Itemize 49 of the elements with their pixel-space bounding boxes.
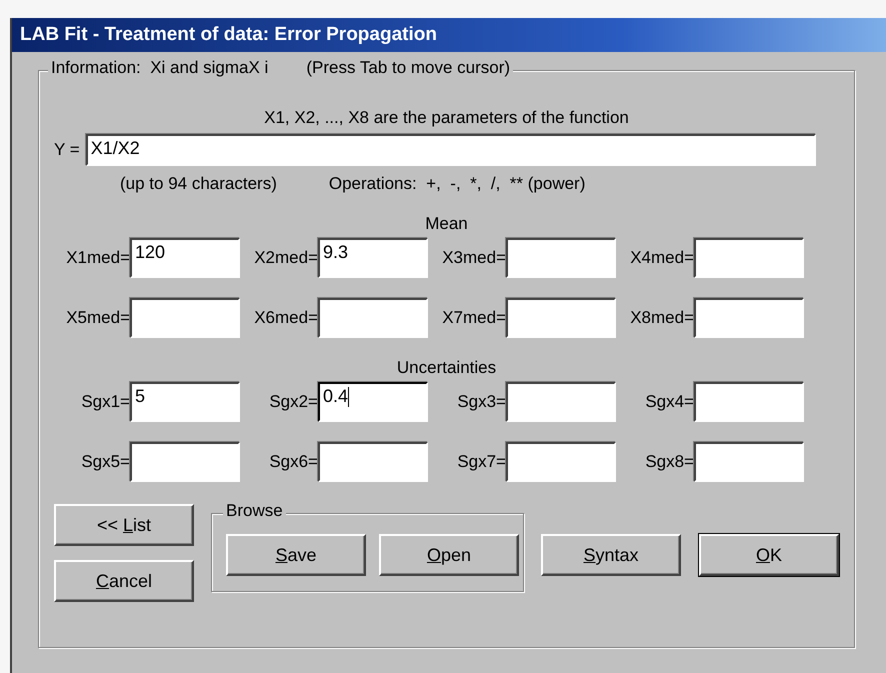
field-label: X6med=: [254, 308, 318, 328]
input-field[interactable]: [318, 442, 428, 482]
input-field[interactable]: [506, 298, 616, 338]
field-label: Sgx6=: [269, 452, 318, 472]
field-label: Sgx2=: [269, 392, 318, 412]
field-label: Sgx3=: [457, 392, 506, 412]
input-field[interactable]: 9.3: [318, 238, 428, 278]
field-label: Sgx5=: [81, 452, 130, 472]
dialog-button[interactable]: Cancel: [54, 560, 194, 602]
field-label: Sgx1=: [81, 392, 130, 412]
field-label: Sgx8=: [645, 452, 694, 472]
group-label: Information: Xi and sigmaX i: [51, 58, 268, 78]
input-field[interactable]: [130, 442, 240, 482]
field-label: X4med=: [630, 248, 694, 268]
input-field[interactable]: 5: [130, 382, 240, 422]
input-field[interactable]: [694, 442, 804, 482]
text-cursor: [348, 387, 350, 407]
field-label: X3med=: [442, 248, 506, 268]
section-title: Mean: [424, 214, 469, 234]
dialog-button[interactable]: Save: [226, 534, 366, 576]
field-label: X5med=: [66, 308, 130, 328]
section-title: Uncertainties: [396, 358, 498, 378]
input-field[interactable]: [318, 298, 428, 338]
input-field[interactable]: [506, 382, 616, 422]
input-field[interactable]: [694, 238, 804, 278]
group-note: (Press Tab to move cursor): [306, 58, 510, 78]
input-field[interactable]: 0.4: [318, 382, 428, 422]
input-field[interactable]: [694, 298, 804, 338]
dialog-button[interactable]: << List: [54, 504, 194, 546]
field-label: X1med=: [66, 248, 130, 268]
field-label: X2med=: [254, 248, 318, 268]
input-field[interactable]: [130, 298, 240, 338]
field-label: X8med=: [630, 308, 694, 328]
input-field[interactable]: [506, 238, 616, 278]
dialog-button[interactable]: OK: [699, 534, 839, 576]
field-label: Sgx7=: [457, 452, 506, 472]
field-label: Y =: [54, 140, 80, 160]
dialog-button[interactable]: Open: [379, 534, 519, 576]
input-field[interactable]: [694, 382, 804, 422]
input-field[interactable]: [506, 442, 616, 482]
window-title: LAB Fit - Treatment of data: Error Propagation: [12, 18, 886, 52]
field-label: X7med=: [442, 308, 506, 328]
parameters-note: X1, X2, ..., X8 are the parameters of the function: [263, 108, 630, 128]
field-label: Sgx4=: [645, 392, 694, 412]
input-field[interactable]: 120: [130, 238, 240, 278]
function-field[interactable]: X1/X2: [86, 134, 816, 166]
limit-note: (up to 94 characters): [120, 174, 277, 194]
operations-note: Operations: +, -, *, /, ** (power): [328, 174, 586, 194]
dialog-button[interactable]: Syntax: [541, 534, 681, 576]
